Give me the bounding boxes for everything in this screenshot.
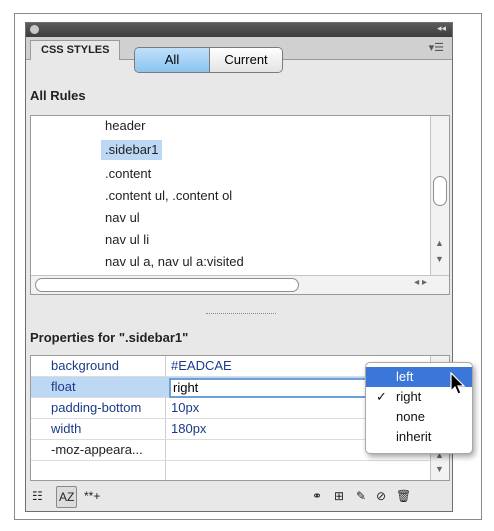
attach-style-sheet-icon[interactable]: ⚭ <box>312 486 322 506</box>
property-value[interactable]: 180px <box>171 421 206 436</box>
rule-item[interactable]: .content <box>101 164 155 184</box>
menu-item-none[interactable]: none <box>366 407 472 427</box>
panel-menu-icon[interactable]: ▾☰ <box>429 41 444 54</box>
category-view-icon[interactable]: ☷ <box>32 486 43 506</box>
current-button[interactable]: Current <box>210 48 282 72</box>
rule-item[interactable]: header <box>101 116 149 136</box>
show-set-properties-button[interactable]: **+ <box>84 486 100 506</box>
checkmark-icon: ✓ <box>376 389 387 404</box>
property-name: padding-bottom <box>51 400 142 415</box>
rules-vertical-scrollbar[interactable]: ▲ ▼ <box>430 116 449 276</box>
menu-item-label: left <box>396 369 414 384</box>
scroll-thumb[interactable] <box>35 278 299 292</box>
property-value[interactable]: 10px <box>171 400 199 415</box>
property-value[interactable]: #EADCAE <box>171 358 232 373</box>
rule-item-selected[interactable]: .sidebar1 <box>101 140 163 160</box>
scroll-left-right-icon[interactable]: ◂ ▸ <box>414 277 427 288</box>
all-button[interactable]: All <box>135 48 210 72</box>
panel-titlebar: ◂◂ <box>26 23 452 37</box>
property-value-input[interactable]: right <box>169 378 375 398</box>
scroll-down-icon[interactable]: ▼ <box>435 254 444 264</box>
menu-item-label: right <box>396 389 422 404</box>
menu-item-label: none <box>396 409 425 424</box>
delete-trash-icon[interactable]: 🗑 <box>396 486 411 506</box>
pane-splitter[interactable] <box>206 313 276 314</box>
rules-list: header .sidebar1 .content .content ul, .… <box>30 115 450 295</box>
scroll-thumb[interactable] <box>433 176 447 206</box>
menu-item-label: inherit <box>396 429 432 444</box>
double-arrow-icon[interactable]: ◂◂ <box>437 23 446 34</box>
edit-style-icon[interactable]: ✎ <box>356 486 366 506</box>
properties-heading: Properties for ".sidebar1" <box>30 330 189 345</box>
rule-item[interactable]: .content ul, .content ol <box>101 186 236 206</box>
scroll-up-icon[interactable]: ▲ <box>435 238 444 248</box>
rule-item[interactable]: nav ul li <box>101 230 153 250</box>
rule-item[interactable]: nav ul <box>101 208 144 228</box>
sort-az-button[interactable]: AZ <box>56 486 78 508</box>
tab-css-styles[interactable]: CSS STYLES <box>30 40 121 60</box>
property-name: background <box>51 358 119 373</box>
new-css-rule-icon[interactable]: ⊞ <box>334 486 344 506</box>
all-rules-heading: All Rules <box>30 88 86 103</box>
mouse-pointer-icon <box>450 372 466 395</box>
bottom-toolbar: ☷ AZ **+ ⚭ ⊞ ✎ ⊘ 🗑 <box>26 483 452 511</box>
property-name: width <box>51 421 82 436</box>
property-name: -moz-appeara... <box>51 442 143 457</box>
menu-item-inherit[interactable]: inherit <box>366 427 472 447</box>
close-icon[interactable] <box>30 25 39 34</box>
rules-horizontal-scrollbar[interactable]: ◂ ▸ <box>31 275 449 294</box>
property-name: float <box>51 379 76 394</box>
disable-property-icon[interactable]: ⊘ <box>376 486 386 506</box>
rule-item[interactable]: nav ul a, nav ul a:visited <box>101 252 248 272</box>
mode-toggle: All Current <box>134 47 283 73</box>
scroll-down-icon[interactable]: ▼ <box>435 464 444 474</box>
